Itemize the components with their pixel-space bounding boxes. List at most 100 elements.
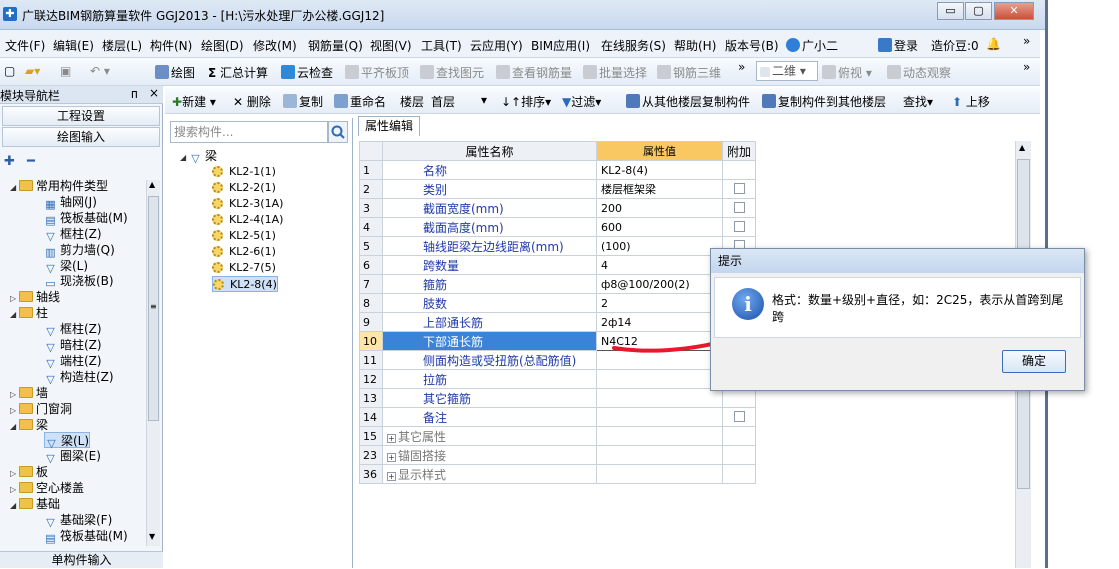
property-name[interactable]: 上部通长筋 (382, 312, 597, 332)
expand-icon[interactable]: + (387, 452, 396, 462)
menu-component[interactable]: 构件(N) (150, 37, 192, 54)
search-icon[interactable] (328, 121, 348, 143)
open-folder-icon[interactable]: ▰▾ (25, 64, 40, 78)
property-value-field[interactable]: 楼层框架梁 (596, 179, 723, 199)
component-item[interactable]: KL2-4(1A) (212, 212, 283, 228)
property-name[interactable]: 下部通长筋 (382, 331, 597, 351)
search-component-input[interactable]: 搜索构件... (170, 121, 328, 143)
property-name[interactable]: 肢数 (382, 293, 597, 313)
sort-button[interactable]: ↓↑排序▾ (501, 93, 551, 110)
menu-online[interactable]: 在线服务(S) (601, 37, 666, 54)
property-value-field[interactable] (596, 426, 723, 446)
property-row[interactable]: 1 名称 KL2-8(4) (359, 160, 757, 180)
property-row[interactable]: 7 箍筋 ф8@100/200(2) (359, 274, 757, 294)
nav-tree-item[interactable]: ▷ 轴线 (10, 289, 60, 305)
menu-version[interactable]: 版本号(B) (725, 37, 779, 54)
property-row[interactable]: 8 肢数 2 (359, 293, 757, 313)
view-mode-select[interactable]: 二维 ▾ (756, 61, 818, 81)
nav-tree-item[interactable]: ▽ 圈梁(E) (44, 448, 101, 465)
sum-calc-button[interactable]: Σ 汇总计算 (208, 64, 268, 81)
copy-from-floor-button[interactable]: 从其他楼层复制构件 (626, 93, 750, 110)
nav-tree-item[interactable]: ◢ 常用构件类型 (10, 178, 108, 194)
property-name[interactable]: 拉筋 (382, 369, 597, 389)
toolbar-overflow[interactable]: » (738, 60, 745, 74)
property-name[interactable]: 轴线距梁左边线距离(mm) (382, 236, 597, 256)
draw-button[interactable]: 绘图 (155, 64, 195, 81)
property-value-field[interactable] (596, 369, 723, 389)
batch-select-button[interactable]: 批量选择 (583, 64, 647, 81)
extra-checkbox[interactable] (733, 221, 745, 232)
nav-tree-item[interactable]: ▤ 筏板基础(M) (44, 210, 127, 227)
ok-button[interactable]: 确定 (1002, 350, 1066, 373)
nav-tree-item[interactable]: ▽ 梁(L) (44, 432, 91, 450)
collapse-all-icon[interactable]: ━ (27, 154, 35, 169)
project-settings-button[interactable]: 工程设置 (2, 106, 160, 126)
find-element-button[interactable]: 查找图元 (420, 64, 484, 81)
component-item[interactable]: KL2-1(1) (212, 164, 276, 180)
property-row[interactable]: 15 + 其它属性 (359, 426, 757, 446)
menu-floor[interactable]: 楼层(L) (102, 37, 142, 54)
nav-tree-item[interactable]: ◢ 柱 (10, 305, 48, 321)
property-value-field[interactable]: ф8@100/200(2) (596, 274, 723, 294)
property-name[interactable]: + 显示样式 (382, 464, 597, 484)
rebar-3d-button[interactable]: 钢筋三维 (657, 64, 721, 81)
move-up-button[interactable]: ⬆ 上移 (952, 93, 990, 110)
property-row[interactable]: 5 轴线距梁左边线距离(mm) (100) (359, 236, 757, 256)
copy-to-floor-button[interactable]: 复制构件到其他楼层 (762, 93, 886, 110)
menu-tools[interactable]: 工具(T) (421, 37, 462, 54)
nav-tree-item[interactable]: ▷ 板 (10, 464, 48, 480)
menu-cloud[interactable]: 云应用(Y) (470, 37, 523, 54)
nav-tree-item[interactable]: ▽ 端柱(Z) (44, 353, 101, 370)
property-value-field[interactable]: 200 (596, 198, 723, 218)
extra-checkbox[interactable] (733, 411, 745, 422)
nav-tree-item[interactable]: ▭ 现浇板(B) (44, 273, 113, 290)
nav-tree-item[interactable]: ▽ 构造柱(Z) (44, 369, 113, 386)
menu-help[interactable]: 帮助(H) (674, 37, 716, 54)
property-name[interactable]: 其它箍筋 (382, 388, 597, 408)
nav-tree-item[interactable]: ◢ 基础 (10, 496, 60, 512)
property-value-field[interactable] (596, 464, 723, 484)
toolbar-overflow-2[interactable]: » (1023, 60, 1030, 74)
property-name[interactable]: 截面高度(mm) (382, 217, 597, 237)
nav-tree-item[interactable]: ▷ 墙 (10, 385, 48, 401)
property-value-field[interactable]: 4 (596, 255, 723, 275)
property-name[interactable]: 跨数量 (382, 255, 597, 275)
component-item[interactable]: KL2-2(1) (212, 180, 276, 196)
bell-icon[interactable]: 🔔 (986, 37, 1001, 51)
property-value-field[interactable] (596, 407, 723, 427)
menu-rebar-qty[interactable]: 钢筋量(Q) (308, 37, 363, 54)
menu-edit[interactable]: 编辑(E) (53, 37, 94, 54)
component-item[interactable]: KL2-5(1) (212, 228, 276, 244)
menu-overflow[interactable]: » (1023, 34, 1030, 48)
property-value-field[interactable]: 600 (596, 217, 723, 237)
property-value-field[interactable] (596, 388, 723, 408)
collapse-icon[interactable]: ◢ (10, 498, 19, 514)
component-tree-root[interactable]: ◢ ▽ 梁 (180, 148, 217, 165)
nav-close-icon[interactable]: × (149, 86, 159, 100)
property-row[interactable]: 4 截面高度(mm) 600 (359, 217, 757, 237)
filter-button[interactable]: ▼过滤▾ (562, 93, 601, 110)
rename-component-button[interactable]: 重命名 (334, 93, 386, 110)
dynamic-view-button[interactable]: 动态观察 (887, 64, 951, 81)
property-value-field[interactable] (596, 445, 723, 465)
floor-select[interactable]: 首层 ▾ (431, 93, 493, 110)
drawing-input-button[interactable]: 绘图输入 (2, 127, 160, 147)
collapse-icon[interactable]: ◢ (10, 307, 19, 323)
minimize-button[interactable]: ▭ (937, 2, 964, 20)
cloud-check-button[interactable]: 云检查 (281, 64, 333, 81)
nav-tree-item[interactable]: ▦ 轴网(J) (44, 194, 97, 211)
expand-icon[interactable]: + (387, 433, 396, 443)
expand-icon[interactable]: + (387, 471, 396, 481)
login-menu[interactable]: 登录 (878, 37, 918, 54)
maximize-button[interactable]: ▢ (965, 2, 992, 20)
nav-tree-item[interactable]: ▽ 框柱(Z) (44, 321, 101, 338)
view-rebar-button[interactable]: 查看钢筋量 (496, 64, 572, 81)
nav-tree-item[interactable]: ▽ 基础梁(F) (44, 512, 112, 529)
property-row[interactable]: 14 备注 (359, 407, 757, 427)
property-row[interactable]: 13 其它箍筋 (359, 388, 757, 408)
property-name[interactable]: 类别 (382, 179, 597, 199)
save-icon[interactable]: ▣ (60, 64, 71, 78)
nav-tree-item[interactable]: ▽ 梁(L) (44, 258, 88, 275)
property-value-field[interactable]: (100) (596, 236, 723, 256)
property-row[interactable]: 6 跨数量 4 (359, 255, 757, 275)
